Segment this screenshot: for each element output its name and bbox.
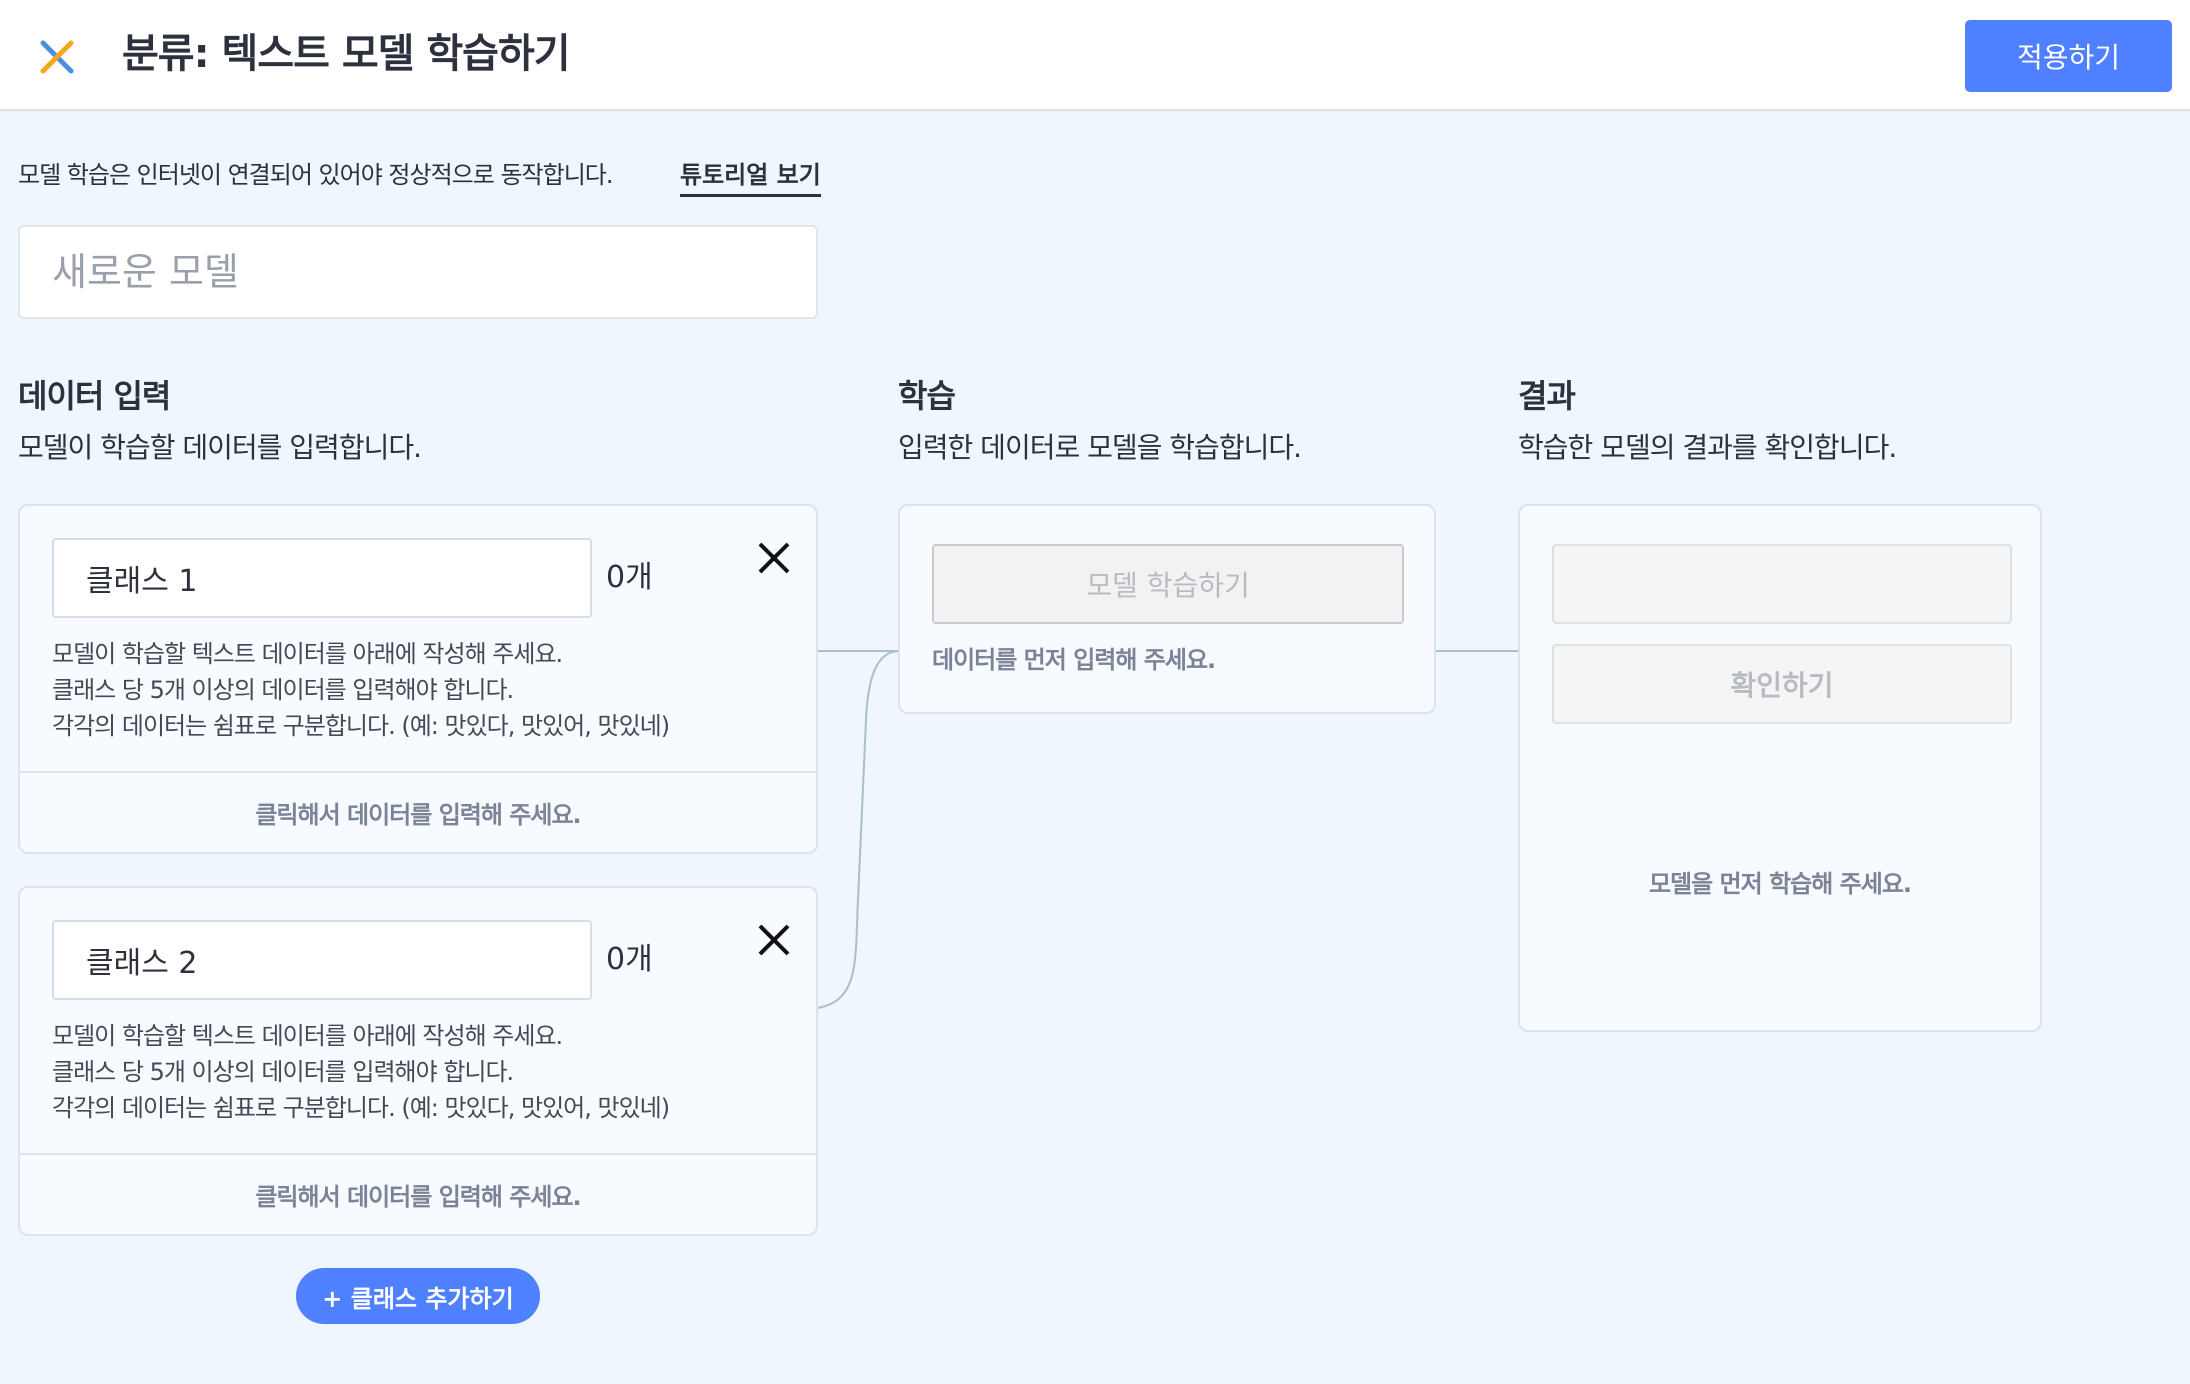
training-title: 학습 <box>898 377 956 415</box>
top-bar: 분류: 텍스트 모델 학습하기 적용하기 <box>0 0 2190 111</box>
instruction-line: 모델이 학습할 텍스트 데이터를 아래에 작성해 주세요. <box>52 640 563 668</box>
training-hint: 데이터를 먼저 입력해 주세요. <box>932 646 1216 674</box>
instruction-line: 모델이 학습할 텍스트 데이터를 아래에 작성해 주세요. <box>52 1022 563 1050</box>
training-description: 입력한 데이터로 모델을 학습합니다. <box>898 431 1302 464</box>
model-name-input[interactable] <box>18 225 818 319</box>
delete-class-icon[interactable] <box>750 916 798 964</box>
class-card-2: 0개 모델이 학습할 텍스트 데이터를 아래에 작성해 주세요. 클래스 당 5… <box>18 886 818 1236</box>
result-panel: 확인하기 모델을 먼저 학습해 주세요. <box>1518 504 2042 1032</box>
data-entry-area[interactable]: 클릭해서 데이터를 입력해 주세요. <box>20 1155 816 1234</box>
instruction-line: 각각의 데이터는 쉼표로 구분합니다. (예: 맛있다, 맛있어, 맛있네) <box>52 1094 670 1122</box>
class-instructions: 모델이 학습할 텍스트 데이터를 아래에 작성해 주세요. 클래스 당 5개 이… <box>52 636 670 744</box>
class-data-count: 0개 <box>606 560 653 595</box>
data-input-title: 데이터 입력 <box>18 377 171 415</box>
class-name-input[interactable] <box>52 538 592 618</box>
class-card-1: 0개 모델이 학습할 텍스트 데이터를 아래에 작성해 주세요. 클래스 당 5… <box>18 504 818 854</box>
train-model-button[interactable]: 모델 학습하기 <box>932 544 1404 624</box>
apply-button[interactable]: 적용하기 <box>1965 20 2172 92</box>
result-title: 결과 <box>1518 377 1576 415</box>
add-class-button[interactable]: + 클래스 추가하기 <box>296 1268 540 1324</box>
delete-class-icon[interactable] <box>750 534 798 582</box>
class-instructions: 모델이 학습할 텍스트 데이터를 아래에 작성해 주세요. 클래스 당 5개 이… <box>52 1018 670 1126</box>
data-input-description: 모델이 학습할 데이터를 입력합니다. <box>18 431 422 464</box>
class-name-input[interactable] <box>52 920 592 1000</box>
instruction-line: 클래스 당 5개 이상의 데이터를 입력해야 합니다. <box>52 1058 514 1086</box>
training-panel: 모델 학습하기 데이터를 먼저 입력해 주세요. <box>898 504 1436 714</box>
instruction-line: 각각의 데이터는 쉼표로 구분합니다. (예: 맛있다, 맛있어, 맛있네) <box>52 712 670 740</box>
confirm-button[interactable]: 확인하기 <box>1552 644 2012 724</box>
result-description: 학습한 모델의 결과를 확인합니다. <box>1518 431 1897 464</box>
close-icon[interactable] <box>36 36 78 78</box>
instruction-line: 클래스 당 5개 이상의 데이터를 입력해야 합니다. <box>52 676 514 704</box>
data-entry-area[interactable]: 클릭해서 데이터를 입력해 주세요. <box>20 773 816 852</box>
network-notice: 모델 학습은 인터넷이 연결되어 있어야 정상적으로 동작합니다. <box>18 161 613 189</box>
result-hint: 모델을 먼저 학습해 주세요. <box>1648 870 1912 898</box>
page-title: 분류: 텍스트 모델 학습하기 <box>122 31 571 77</box>
class-data-count: 0개 <box>606 942 653 977</box>
tutorial-link[interactable]: 튜토리얼 보기 <box>680 158 821 197</box>
test-text-input[interactable] <box>1552 544 2012 624</box>
